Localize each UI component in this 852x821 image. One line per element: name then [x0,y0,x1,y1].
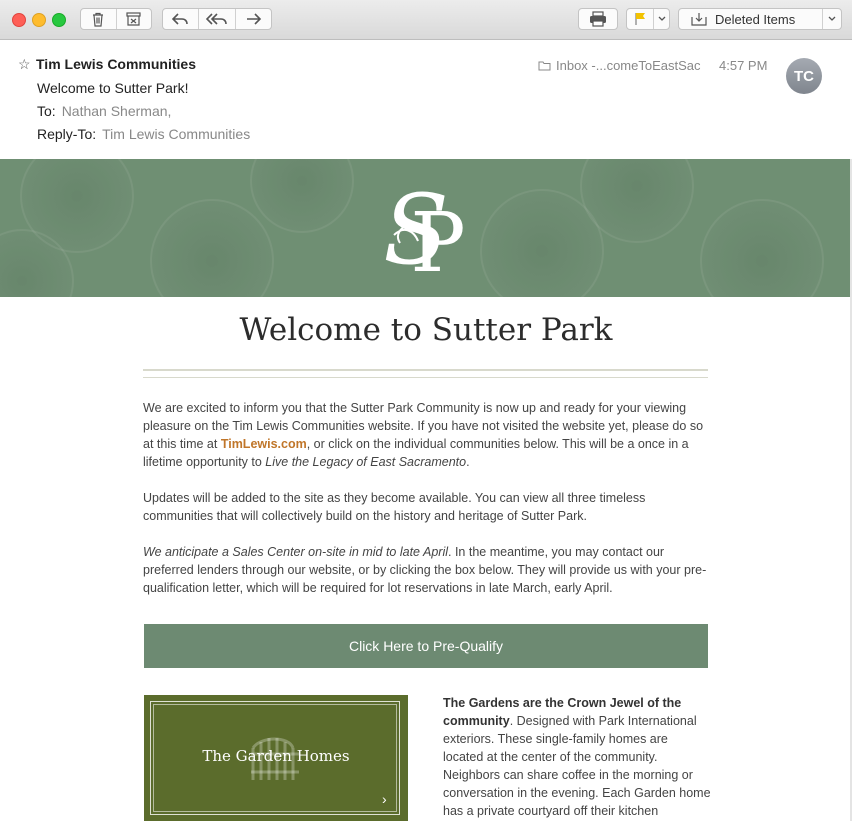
flag-menu-button[interactable] [654,9,669,29]
card-title: The Garden Homes [202,747,350,765]
avatar: TC [786,58,822,94]
svg-text:P: P [410,196,465,283]
intro-paragraph: We are excited to inform you that the Su… [143,399,713,471]
chevron-right-icon: › [382,791,387,807]
mail-toolbar: Deleted Items [0,0,852,40]
sender-name[interactable]: Tim Lewis Communities [36,56,196,72]
title-divider [143,377,708,378]
chevron-down-icon [828,16,836,21]
reply-button[interactable] [163,9,199,29]
gardens-description: The Gardens are the Crown Jewel of the c… [443,694,711,820]
sales-center-emphasis: We anticipate a Sales Center on-site in … [143,545,449,559]
reply-icon [172,13,189,25]
updates-paragraph: Updates will be added to the site as the… [143,491,646,523]
forward-button[interactable] [236,9,271,29]
received-time: 4:57 PM [719,58,768,73]
rose-pattern [700,199,824,297]
title-divider [143,369,708,371]
archive-button[interactable] [117,9,152,29]
mailbox-name: Inbox -...comeToEastSac [556,58,701,73]
forward-arrow-icon [246,13,261,25]
move-to-icon [691,13,707,26]
delete-button[interactable] [81,9,117,29]
to-recipient[interactable]: Nathan Sherman, [62,103,172,119]
trash-icon [93,12,104,27]
zoom-window-button[interactable] [52,13,66,27]
rose-pattern [250,159,354,233]
mailbox-select-caret[interactable] [822,9,841,29]
mailbox-select-label: Deleted Items [715,11,796,27]
close-window-button[interactable] [12,13,26,27]
minimize-window-button[interactable] [32,13,46,27]
printer-icon [590,11,606,27]
intro-tagline: Live the Legacy of East Sacramento [265,455,467,469]
gardens-text: . Designed with Park International exter… [443,714,711,818]
move-to-mailbox-select[interactable]: Deleted Items [678,8,842,30]
mailbox-indicator: Inbox -...comeToEastSac [538,58,701,73]
flag-group [626,8,670,30]
to-row: To: Nathan Sherman, [37,103,171,119]
intro-text: . [466,455,470,469]
star-icon[interactable]: ☆ [18,56,31,73]
chevron-down-icon [658,16,666,21]
reply-group [162,8,272,30]
delete-archive-group [80,8,152,30]
message-subject: Welcome to Sutter Park! [37,80,189,96]
sales-center-paragraph: We anticipate a Sales Center on-site in … [143,543,713,597]
reply-all-button[interactable] [199,9,237,29]
to-label: To: [37,103,56,119]
pre-qualify-button[interactable]: Click Here to Pre-Qualify [144,624,708,668]
reply-to-label: Reply-To: [37,126,97,142]
email-title: Welcome to Sutter Park [239,312,613,348]
reply-to-row: Reply-To: Tim Lewis Communities [37,126,250,142]
reply-to-recipient[interactable]: Tim Lewis Communities [102,126,250,142]
rose-pattern [150,199,274,297]
flag-icon [635,13,646,25]
message-header: ☆ Tim Lewis Communities Welcome to Sutte… [0,40,852,159]
garden-homes-card[interactable]: The Garden Homes › [144,695,408,821]
folder-icon [538,61,551,71]
reply-all-icon [206,13,227,25]
header-banner: S P [0,159,852,297]
flag-button[interactable] [627,9,655,29]
print-button[interactable] [578,8,618,30]
website-link[interactable]: TimLewis.com [221,437,307,451]
sutter-park-logo: S P [383,175,465,283]
archive-icon [126,12,141,26]
